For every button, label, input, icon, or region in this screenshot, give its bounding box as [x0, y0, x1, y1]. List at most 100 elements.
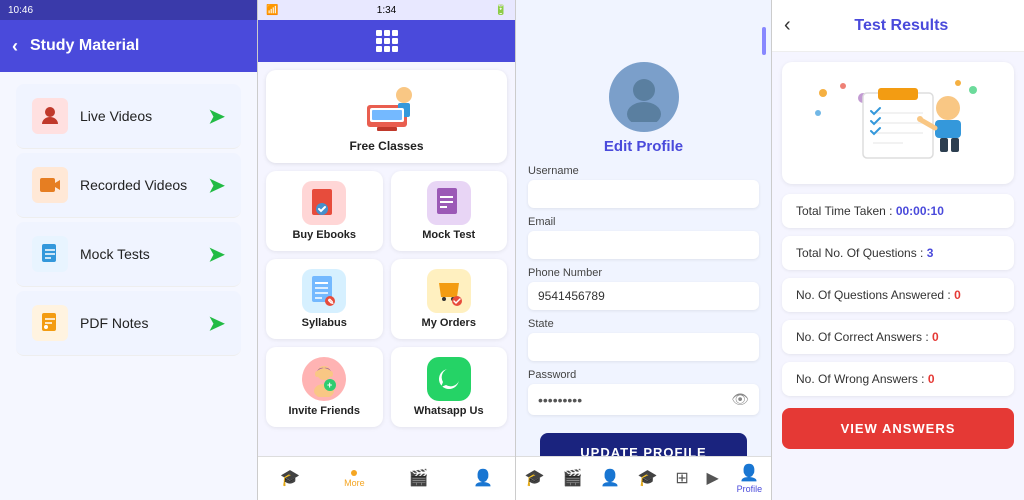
menu-item-pdf-notes[interactable]: PDF Notes ➤: [16, 291, 241, 356]
back-button-4[interactable]: ‹: [784, 14, 791, 37]
svg-text:✎: ✎: [328, 298, 335, 307]
edit-profile-title: Edit Profile: [604, 138, 683, 155]
pdf-notes-arrow: ➤: [208, 311, 225, 336]
p3-footer-play[interactable]: ▶: [707, 468, 719, 489]
phone-group: Phone Number: [528, 267, 759, 310]
app-grid-panel: 📶 1:34 🔋: [258, 0, 516, 500]
p3-footer-home[interactable]: 🎓: [525, 468, 545, 489]
menu-item-recorded-videos[interactable]: Recorded Videos ➤: [16, 153, 241, 218]
password-input[interactable]: [538, 392, 731, 408]
p3-footer-grid[interactable]: ⊞: [675, 468, 688, 489]
eye-icon[interactable]: 👁: [731, 391, 749, 408]
username-input[interactable]: [528, 180, 759, 208]
grid-item-buy-ebooks[interactable]: Buy Ebooks: [266, 171, 383, 251]
result-wrong-card: No. Of Wrong Answers : 0: [782, 362, 1014, 396]
p3-footer-courses[interactable]: 🎓: [638, 468, 658, 489]
total-q-label: Total No. Of Questions :: [796, 246, 927, 260]
footer-video[interactable]: 🎬: [409, 468, 429, 489]
invite-icon: +: [302, 357, 346, 401]
test-results-panel: ‹ Test Results: [772, 0, 1024, 500]
password-label: Password: [528, 369, 759, 381]
mock-test-grid-label: Mock Test: [422, 229, 475, 241]
p3-footer-video[interactable]: 🎬: [563, 468, 583, 489]
status-icons-left: 📶: [266, 5, 278, 16]
correct-label: No. Of Correct Answers :: [796, 330, 932, 344]
panel2-footer: 🎓 More 🎬 👤: [258, 456, 515, 500]
total-q-value: 3: [927, 246, 934, 260]
profile-topbar: [516, 4, 771, 48]
update-profile-button[interactable]: UPDATE PROFILE: [540, 433, 747, 456]
free-classes-illustration: [352, 80, 422, 135]
panel2-topbar: [258, 20, 515, 62]
p3-video-icon: 🎬: [563, 468, 583, 488]
time-value: 00:00:10: [896, 204, 944, 218]
result-answered-card: No. Of Questions Answered : 0: [782, 278, 1014, 312]
more-label: More: [344, 478, 365, 488]
menu-item-mock-tests[interactable]: Mock Tests ➤: [16, 222, 241, 287]
phone-input[interactable]: [528, 282, 759, 310]
free-classes-banner[interactable]: Free Classes: [266, 70, 507, 163]
more-dot: [351, 470, 357, 476]
recorded-videos-icon: [32, 167, 68, 203]
p3-user-icon: 👤: [600, 468, 620, 488]
p3-profile-icon: 👤: [739, 463, 759, 483]
footer-home[interactable]: 🎓: [280, 468, 300, 489]
whatsapp-icon: [427, 357, 471, 401]
panel1-title: Study Material: [30, 37, 139, 55]
panel4-header: ‹ Test Results: [772, 0, 1024, 52]
panel3-header: [516, 0, 771, 52]
mock-tests-label: Mock Tests: [80, 246, 208, 262]
purple-bar: [762, 27, 766, 55]
state-input[interactable]: [528, 333, 759, 361]
password-group: Password 👁: [528, 369, 759, 415]
view-answers-button[interactable]: VIEW ANSWERS: [782, 408, 1014, 449]
p3-courses-icon: 🎓: [638, 468, 658, 488]
grid-item-invite-friends[interactable]: + Invite Friends: [266, 347, 383, 427]
username-label: Username: [528, 165, 759, 177]
menu-item-live-videos[interactable]: Live Videos ➤: [16, 84, 241, 149]
svg-text:+: +: [327, 380, 332, 390]
p3-grid-icon: ⊞: [675, 468, 688, 488]
pdf-notes-icon: [32, 305, 68, 341]
status-icons-right: 🔋: [495, 5, 507, 16]
panel3-footer: 🎓 🎬 👤 🎓 ⊞ ▶ 👤 Profile: [516, 456, 771, 500]
password-field-container: 👁: [528, 384, 759, 415]
phone-label: Phone Number: [528, 267, 759, 279]
grid-item-mock-test[interactable]: Mock Test: [391, 171, 508, 251]
ebook-icon: [302, 181, 346, 225]
avatar: [609, 62, 679, 132]
state-group: State: [528, 318, 759, 361]
home-icon: 🎓: [280, 468, 300, 488]
live-videos-label: Live Videos: [80, 108, 208, 124]
footer-more[interactable]: More: [344, 470, 365, 488]
panel4-title: Test Results: [791, 17, 1012, 35]
study-material-panel: 10:46 ‹ Study Material Live Videos ➤ Rec…: [0, 0, 258, 500]
email-input[interactable]: [528, 231, 759, 259]
orders-icon: [427, 269, 471, 313]
p3-footer-user[interactable]: 👤: [600, 468, 620, 489]
whatsapp-label: Whatsapp Us: [414, 405, 484, 417]
menu-list: Live Videos ➤ Recorded Videos ➤ Mock Tes…: [0, 72, 257, 500]
result-illustration: [782, 62, 1014, 184]
back-button-1[interactable]: ‹: [12, 36, 18, 57]
footer-user[interactable]: 👤: [473, 468, 493, 489]
time-2: 1:34: [377, 5, 396, 16]
answered-value: 0: [954, 288, 961, 302]
grid-item-my-orders[interactable]: My Orders: [391, 259, 508, 339]
p3-play-icon: ▶: [707, 468, 719, 488]
panel2-grid-content: Free Classes Buy Ebooks: [258, 62, 515, 456]
live-videos-icon: [32, 98, 68, 134]
time-label: Total Time Taken :: [796, 204, 896, 218]
mock-tests-arrow: ➤: [208, 242, 225, 267]
orders-label: My Orders: [422, 317, 476, 329]
p3-footer-profile[interactable]: 👤 Profile: [737, 463, 763, 494]
grid-item-whatsapp[interactable]: Whatsapp Us: [391, 347, 508, 427]
grid-item-syllabus[interactable]: ✎ Syllabus: [266, 259, 383, 339]
result-correct-card: No. Of Correct Answers : 0: [782, 320, 1014, 354]
avatar-area: Edit Profile: [516, 52, 771, 165]
panel2-status-bar: 📶 1:34 🔋: [258, 0, 515, 20]
username-group: Username: [528, 165, 759, 208]
status-bar-1: 10:46: [0, 0, 257, 20]
email-label: Email: [528, 216, 759, 228]
grid-dots-icon: [376, 30, 398, 52]
